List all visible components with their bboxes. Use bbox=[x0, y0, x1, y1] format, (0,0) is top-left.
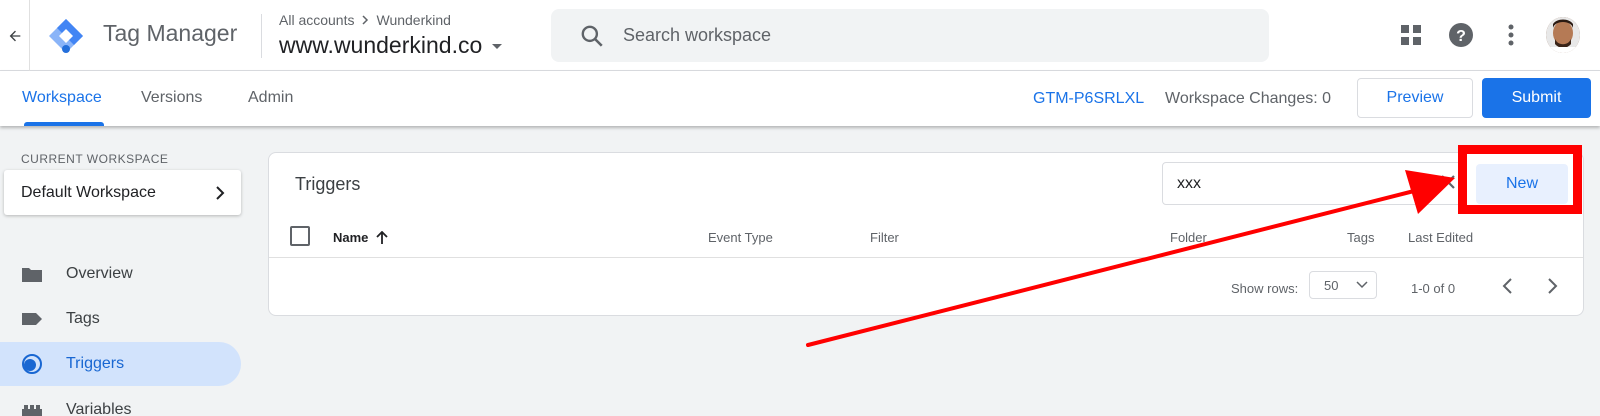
help-button[interactable]: ? bbox=[1446, 17, 1476, 53]
arrow-left-icon bbox=[9, 30, 20, 41]
search-icon bbox=[581, 25, 603, 47]
pagination-range: 1-0 of 0 bbox=[1411, 281, 1456, 296]
divider bbox=[261, 14, 262, 58]
column-header-folder[interactable]: Folder bbox=[1170, 230, 1207, 245]
workspace-name: Default Workspace bbox=[21, 183, 156, 201]
tab-versions[interactable]: Versions bbox=[141, 89, 202, 107]
current-workspace-label: CURRENT WORKSPACE bbox=[21, 152, 169, 166]
rows-per-page-select[interactable]: 50 bbox=[1309, 271, 1377, 299]
svg-text:?: ? bbox=[1456, 28, 1466, 45]
filter-box[interactable] bbox=[1162, 162, 1462, 205]
rows-per-page-value: 50 bbox=[1324, 277, 1339, 293]
chevron-down-icon bbox=[1356, 281, 1368, 289]
container-id-link[interactable]: GTM-P6SRLXL bbox=[1033, 90, 1144, 108]
avatar[interactable] bbox=[1546, 17, 1580, 53]
column-header-filter[interactable]: Filter bbox=[870, 230, 899, 245]
submit-button[interactable]: Submit bbox=[1482, 78, 1591, 118]
close-icon[interactable] bbox=[1437, 171, 1459, 193]
workspace-changes: Workspace Changes: 0 bbox=[1165, 90, 1332, 107]
sidebar-item-triggers[interactable]: Triggers bbox=[0, 342, 241, 386]
breadcrumb-account[interactable]: Wunderkind bbox=[376, 12, 450, 28]
arrow-up-icon bbox=[376, 230, 389, 244]
table-footer: Show rows: 50 1-0 of 0 bbox=[269, 259, 1583, 317]
column-header-event-type[interactable]: Event Type bbox=[708, 230, 773, 245]
workspace-nav-bar: Workspace Versions Admin GTM-P6SRLXL Wor… bbox=[0, 71, 1600, 126]
column-header-last-edited[interactable]: Last Edited bbox=[1408, 230, 1473, 245]
tag-icon bbox=[22, 313, 42, 325]
apps-icon bbox=[1401, 25, 1421, 45]
top-actions: ? bbox=[1396, 17, 1580, 53]
tab-admin[interactable]: Admin bbox=[248, 89, 293, 107]
sidebar-item-overview[interactable]: Overview bbox=[0, 252, 241, 296]
top-app-bar: Tag Manager All accounts Wunderkind www.… bbox=[0, 0, 1600, 71]
app-title: Tag Manager bbox=[103, 20, 238, 46]
help-icon: ? bbox=[1449, 23, 1473, 47]
tab-workspace[interactable]: Workspace bbox=[22, 89, 102, 107]
sidebar-item-variables[interactable]: Variables bbox=[0, 388, 241, 416]
tag-manager-logo-icon bbox=[49, 19, 83, 53]
chevron-right-icon bbox=[362, 15, 369, 25]
container-selector[interactable]: www.wunderkind.co bbox=[279, 32, 504, 59]
column-label: Name bbox=[333, 230, 369, 245]
folder-icon bbox=[22, 268, 42, 282]
sidebar-item-label: Variables bbox=[66, 401, 132, 416]
annotation-highlight-box bbox=[1458, 145, 1582, 214]
search-bar[interactable] bbox=[551, 9, 1269, 62]
breadcrumb[interactable]: All accounts Wunderkind bbox=[279, 12, 451, 28]
caret-down-icon bbox=[492, 43, 503, 49]
profile-photo-icon bbox=[1546, 17, 1580, 53]
chevron-right-icon bbox=[216, 185, 225, 200]
more-vert-icon bbox=[1508, 24, 1514, 46]
search-input[interactable] bbox=[623, 25, 1223, 46]
variables-icon bbox=[22, 405, 42, 416]
sidebar-item-label: Overview bbox=[66, 265, 133, 282]
column-header-name[interactable]: Name bbox=[333, 230, 389, 245]
chevron-left-icon[interactable] bbox=[1498, 276, 1518, 296]
chevron-right-icon[interactable] bbox=[1542, 276, 1562, 296]
sidebar-item-label: Tags bbox=[66, 310, 100, 327]
apps-button[interactable] bbox=[1396, 17, 1426, 53]
select-all-checkbox[interactable] bbox=[290, 226, 310, 246]
active-tab-indicator bbox=[24, 122, 104, 126]
sidebar-item-label: Triggers bbox=[66, 355, 125, 372]
filter-input[interactable] bbox=[1177, 174, 1417, 193]
more-options-button[interactable] bbox=[1496, 17, 1526, 53]
preview-button[interactable]: Preview bbox=[1357, 78, 1473, 118]
container-name: www.wunderkind.co bbox=[279, 32, 483, 58]
sidebar-item-tags[interactable]: Tags bbox=[0, 297, 241, 341]
card-title: Triggers bbox=[295, 174, 361, 194]
workspace-selector[interactable]: Default Workspace bbox=[4, 170, 241, 215]
table-header: Name Event Type Filter Folder Tags Last … bbox=[269, 215, 1583, 258]
back-button[interactable] bbox=[0, 0, 30, 71]
breadcrumb-root[interactable]: All accounts bbox=[279, 12, 354, 28]
triggers-card: Triggers New Name Event Type Filter Fold… bbox=[268, 152, 1584, 316]
show-rows-label: Show rows: bbox=[1231, 281, 1299, 296]
column-header-tags[interactable]: Tags bbox=[1347, 230, 1374, 245]
trigger-icon bbox=[22, 354, 42, 374]
